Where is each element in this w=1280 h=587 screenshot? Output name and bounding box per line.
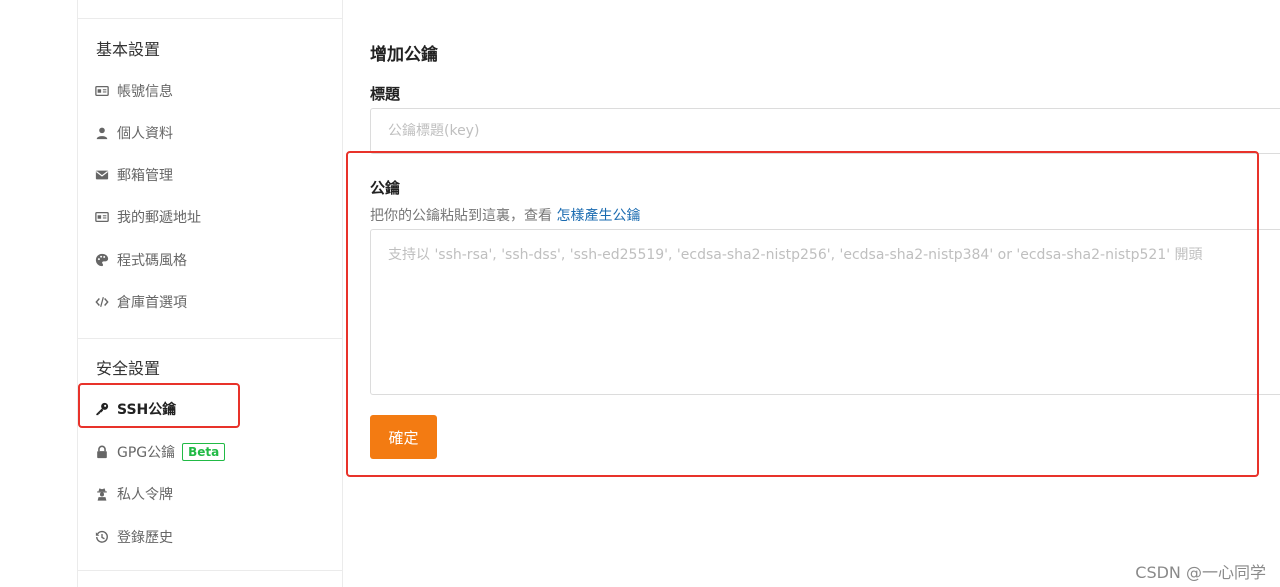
address-card-icon <box>94 209 110 225</box>
sidebar-item-repo-preferences[interactable]: 倉庫首選項 <box>94 291 187 313</box>
security-settings-heading: 安全設置 <box>96 359 161 378</box>
code-icon <box>94 294 110 310</box>
sidebar-item-email[interactable]: 郵箱管理 <box>94 164 173 186</box>
sidebar-item-label: 登錄歷史 <box>117 530 173 546</box>
title-field-label: 標題 <box>370 85 401 103</box>
sidebar-item-label: 倉庫首選項 <box>117 295 187 311</box>
divider <box>78 338 342 339</box>
sidebar-item-address[interactable]: 我的郵遞地址 <box>94 206 201 228</box>
sidebar-item-login-history[interactable]: 登錄歷史 <box>94 526 173 548</box>
sidebar-item-label: 帳號信息 <box>117 84 173 100</box>
history-icon <box>94 529 110 545</box>
sidebar-item-code-style[interactable]: 程式碼風格 <box>94 249 187 271</box>
key-title-input[interactable] <box>370 108 1280 154</box>
lock-icon <box>94 444 110 460</box>
sidebar-item-personal-tokens[interactable]: 私人令牌 <box>94 483 173 505</box>
page-title: 增加公鑰 <box>370 45 438 65</box>
beta-badge: Beta <box>182 443 226 461</box>
sidebar-item-label: 我的郵遞地址 <box>117 210 201 226</box>
user-secret-icon <box>94 486 110 502</box>
settings-sidebar: 基本設置 帳號信息 個人資料 郵箱管理 我的郵遞地址 程式碼風格 倉庫首選項 安… <box>77 0 343 587</box>
divider <box>78 18 342 19</box>
sidebar-item-gpg-keys[interactable]: GPG公鑰 Beta <box>94 441 226 463</box>
watermark: CSDN @一心同学 <box>1135 563 1266 582</box>
palette-icon <box>94 252 110 268</box>
divider <box>78 570 342 571</box>
sidebar-item-label: 郵箱管理 <box>117 168 173 184</box>
sidebar-item-profile[interactable]: 個人資料 <box>94 122 173 144</box>
key-annotation-box <box>346 151 1259 477</box>
sidebar-item-label: 私人令牌 <box>117 487 173 503</box>
user-icon <box>94 125 110 141</box>
id-card-icon <box>94 83 110 99</box>
sidebar-item-label: 個人資料 <box>117 126 173 142</box>
sidebar-item-label: GPG公鑰 <box>117 445 176 461</box>
basic-settings-heading: 基本設置 <box>96 40 161 59</box>
sidebar-item-account-info[interactable]: 帳號信息 <box>94 80 173 102</box>
envelope-icon <box>94 167 110 183</box>
ssh-annotation-box <box>78 383 240 428</box>
sidebar-item-label: 程式碼風格 <box>117 253 187 269</box>
